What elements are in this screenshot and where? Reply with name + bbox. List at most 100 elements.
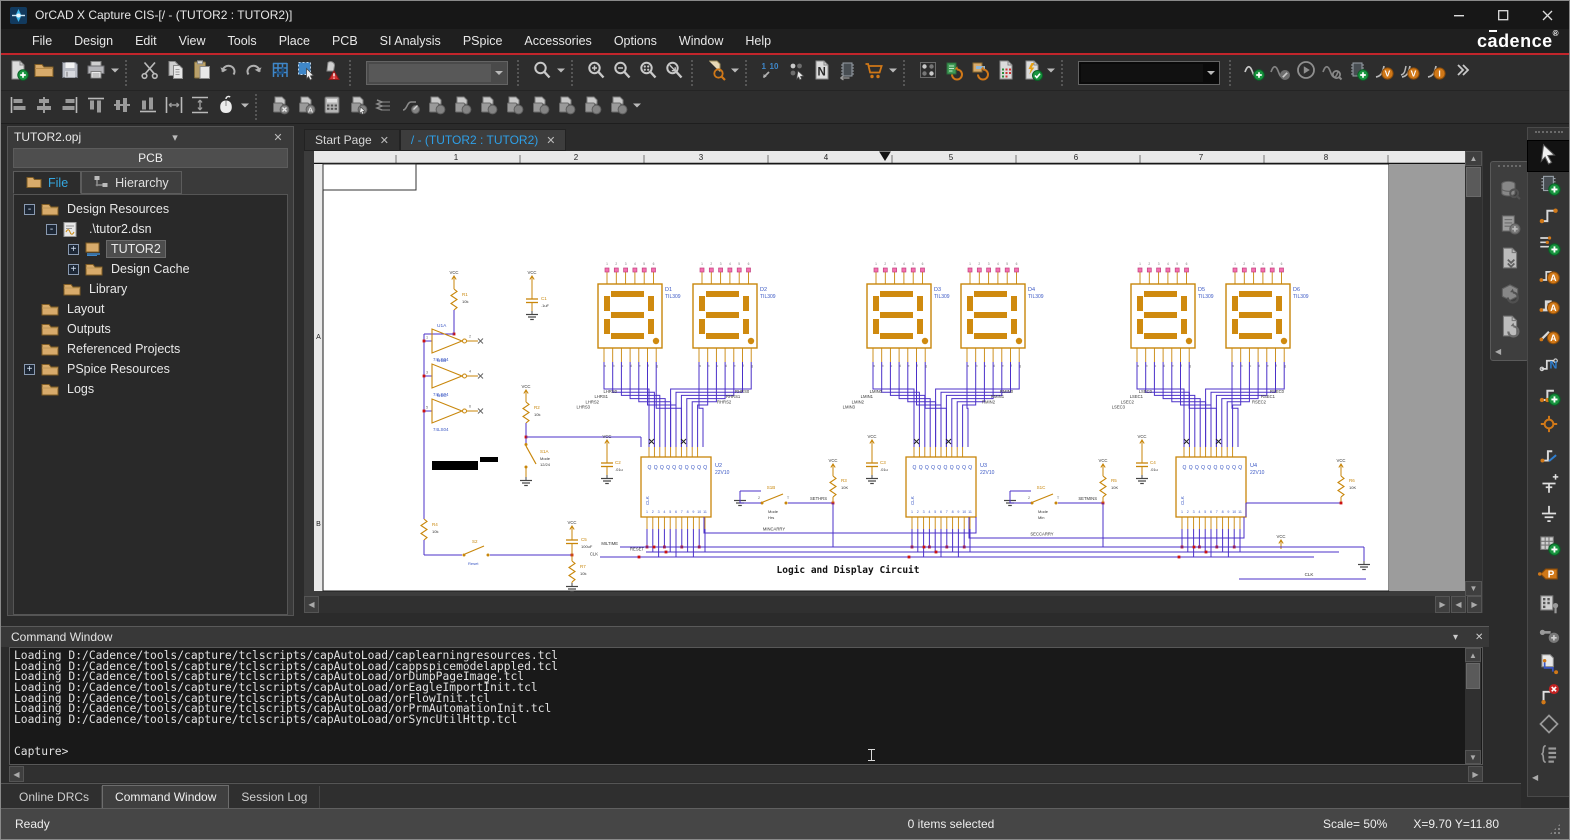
console-vertical-scrollbar[interactable]: ▲ ▼ — [1465, 648, 1481, 764]
netlist-remove-button[interactable] — [475, 93, 501, 121]
menu-accessories[interactable]: Accessories — [513, 31, 602, 51]
snap-to-grid-button[interactable] — [267, 59, 293, 87]
tree-item-referenced-projects[interactable]: Referenced Projects — [14, 339, 287, 359]
cmd-menu-chevron-icon[interactable]: ▾ — [1453, 632, 1458, 643]
dropdown-caret-button[interactable] — [729, 59, 741, 87]
resize-grip[interactable] — [1549, 823, 1561, 835]
canvas-vscroll-thumb[interactable] — [1466, 167, 1481, 197]
scroll-down-icon[interactable]: ▼ — [1465, 581, 1482, 596]
wire-fanout-button[interactable] — [397, 93, 423, 121]
dropdown-caret-button[interactable] — [555, 59, 567, 87]
place-pin-add-button[interactable] — [1528, 621, 1569, 651]
undo-button[interactable] — [215, 59, 241, 87]
page-next-icon[interactable]: ▶ — [1467, 596, 1482, 613]
panel-menu-chevron-icon[interactable]: ▾ — [166, 131, 184, 144]
select-components-button[interactable] — [345, 93, 371, 121]
voltage-differential-marker-button[interactable]: V — [1397, 59, 1423, 87]
update-properties-button[interactable] — [967, 59, 993, 87]
scroll-right-icon[interactable]: ▶ — [1435, 596, 1450, 613]
no-connect-batch-button[interactable] — [267, 93, 293, 121]
tree-item-layout[interactable]: Layout — [14, 299, 287, 319]
place-net-alias-button[interactable]: A — [1528, 261, 1569, 291]
database-search-button[interactable] — [1491, 175, 1528, 209]
netlist-report-button[interactable] — [501, 93, 527, 121]
add-to-parts-list-button[interactable] — [1491, 209, 1528, 243]
expand-icon[interactable]: + — [68, 243, 79, 255]
sim-profile-combobox[interactable] — [1078, 60, 1220, 85]
zoom-scale-combobox[interactable] — [366, 60, 508, 85]
console-scroll-down-icon[interactable]: ▼ — [1465, 750, 1481, 764]
cut-button[interactable] — [137, 59, 163, 87]
generate-part-button[interactable] — [579, 93, 605, 121]
output-tab-online-drcs[interactable]: Online DRCs — [7, 786, 103, 808]
document-tab-0[interactable]: Start Page ✕ — [304, 129, 400, 151]
tab-close-icon[interactable]: ✕ — [546, 134, 555, 147]
minimize-button[interactable] — [1437, 1, 1481, 29]
current-marker-button[interactable]: I — [1423, 59, 1449, 87]
maximize-button[interactable] — [1481, 1, 1525, 29]
palette-collapse-icon[interactable]: ◀ — [1528, 771, 1569, 784]
bill-of-materials-button[interactable] — [993, 59, 1019, 87]
place-drawing-shape-button[interactable] — [1528, 711, 1569, 741]
place-bus-button[interactable]: A — [1528, 291, 1569, 321]
document-sync-button[interactable] — [1491, 311, 1528, 345]
tree-item--tutor2-dsn[interactable]: - .\tutor2.dsn — [14, 219, 287, 239]
back-annotate-button[interactable] — [783, 59, 809, 87]
dropdown-caret-button[interactable] — [631, 93, 643, 121]
console-scroll-up-icon[interactable]: ▲ — [1465, 648, 1481, 662]
place-part-table-button[interactable] — [1528, 531, 1569, 561]
selection-filter-button[interactable] — [293, 59, 319, 87]
schematic-canvas[interactable]: 1 2 3 4 5 6 7 8ABVCCR110kU1A74LS041 2U1B74LS043 4… — [304, 151, 1465, 596]
dropdown-caret-button[interactable] — [887, 59, 899, 87]
output-tab-session-log[interactable]: Session Log — [229, 786, 321, 808]
zoom-fit-button[interactable] — [661, 59, 687, 87]
menu-edit[interactable]: Edit — [124, 31, 168, 51]
align-left-button[interactable] — [5, 93, 31, 121]
toolbar-overflow-button[interactable] — [1449, 59, 1475, 87]
command-console[interactable]: Loading D:/Cadence/tools/capture/tclscri… — [9, 647, 1483, 765]
part-calculator-button[interactable] — [319, 93, 345, 121]
console-horizontal-scrollbar[interactable]: ◀ ▶ — [9, 766, 1483, 782]
distribute-vertically-button[interactable] — [187, 93, 213, 121]
cross-reference-button[interactable] — [835, 59, 861, 87]
package-sync-button[interactable] — [1491, 277, 1528, 311]
drag-mode-button[interactable] — [319, 59, 345, 87]
menu-view[interactable]: View — [168, 31, 217, 51]
place-no-connect-button[interactable] — [1528, 681, 1569, 711]
canvas-horizontal-scrollbar[interactable]: ◀ ▶ ◀ ▶ — [304, 596, 1482, 613]
edit-simulation-profile-button[interactable] — [1267, 59, 1293, 87]
collapse-icon[interactable]: - — [46, 223, 57, 235]
new-design-button[interactable] — [5, 59, 31, 87]
expand-icon[interactable]: + — [68, 263, 79, 275]
auto-reference-button[interactable]: A — [293, 93, 319, 121]
palette-grip[interactable] — [1535, 131, 1563, 138]
place-off-page-connector-button[interactable] — [1528, 651, 1569, 681]
place-power-button[interactable] — [1528, 411, 1569, 441]
distribute-horizontally-button[interactable] — [161, 93, 187, 121]
expand-icon[interactable]: + — [24, 363, 35, 375]
menu-window[interactable]: Window — [668, 31, 734, 51]
align-center-horizontal-button[interactable] — [31, 93, 57, 121]
place-pspice-component-button[interactable] — [1345, 59, 1371, 87]
console-scroll-left-icon[interactable]: ◀ — [9, 766, 24, 782]
scroll-up-icon[interactable]: ▲ — [1465, 151, 1482, 166]
page-prev-icon[interactable]: ◀ — [1451, 596, 1466, 613]
collapse-left-icon[interactable]: ◀ — [1491, 345, 1528, 358]
place-pin-button[interactable] — [1528, 441, 1569, 471]
dropdown-caret-button[interactable] — [239, 93, 251, 121]
panel-tab-file[interactable]: File — [13, 171, 82, 194]
view-simulation-results-button[interactable] — [1319, 59, 1345, 87]
netlist-forward-button[interactable] — [423, 93, 449, 121]
tree-item-library[interactable]: Library — [14, 279, 287, 299]
close-button[interactable] — [1525, 1, 1569, 29]
open-design-button[interactable] — [31, 59, 57, 87]
place-part-button[interactable] — [1528, 171, 1569, 201]
update-cache-button[interactable] — [941, 59, 967, 87]
run-pspice-button[interactable] — [1293, 59, 1319, 87]
place-auto-wire-button[interactable] — [1528, 231, 1569, 261]
align-center-vertical-button[interactable] — [109, 93, 135, 121]
place-junction-button[interactable] — [1528, 381, 1569, 411]
tree-item-outputs[interactable]: Outputs — [14, 319, 287, 339]
annotate-button[interactable]: 10 1 — [757, 59, 783, 87]
footprint-pads-button[interactable] — [915, 59, 941, 87]
